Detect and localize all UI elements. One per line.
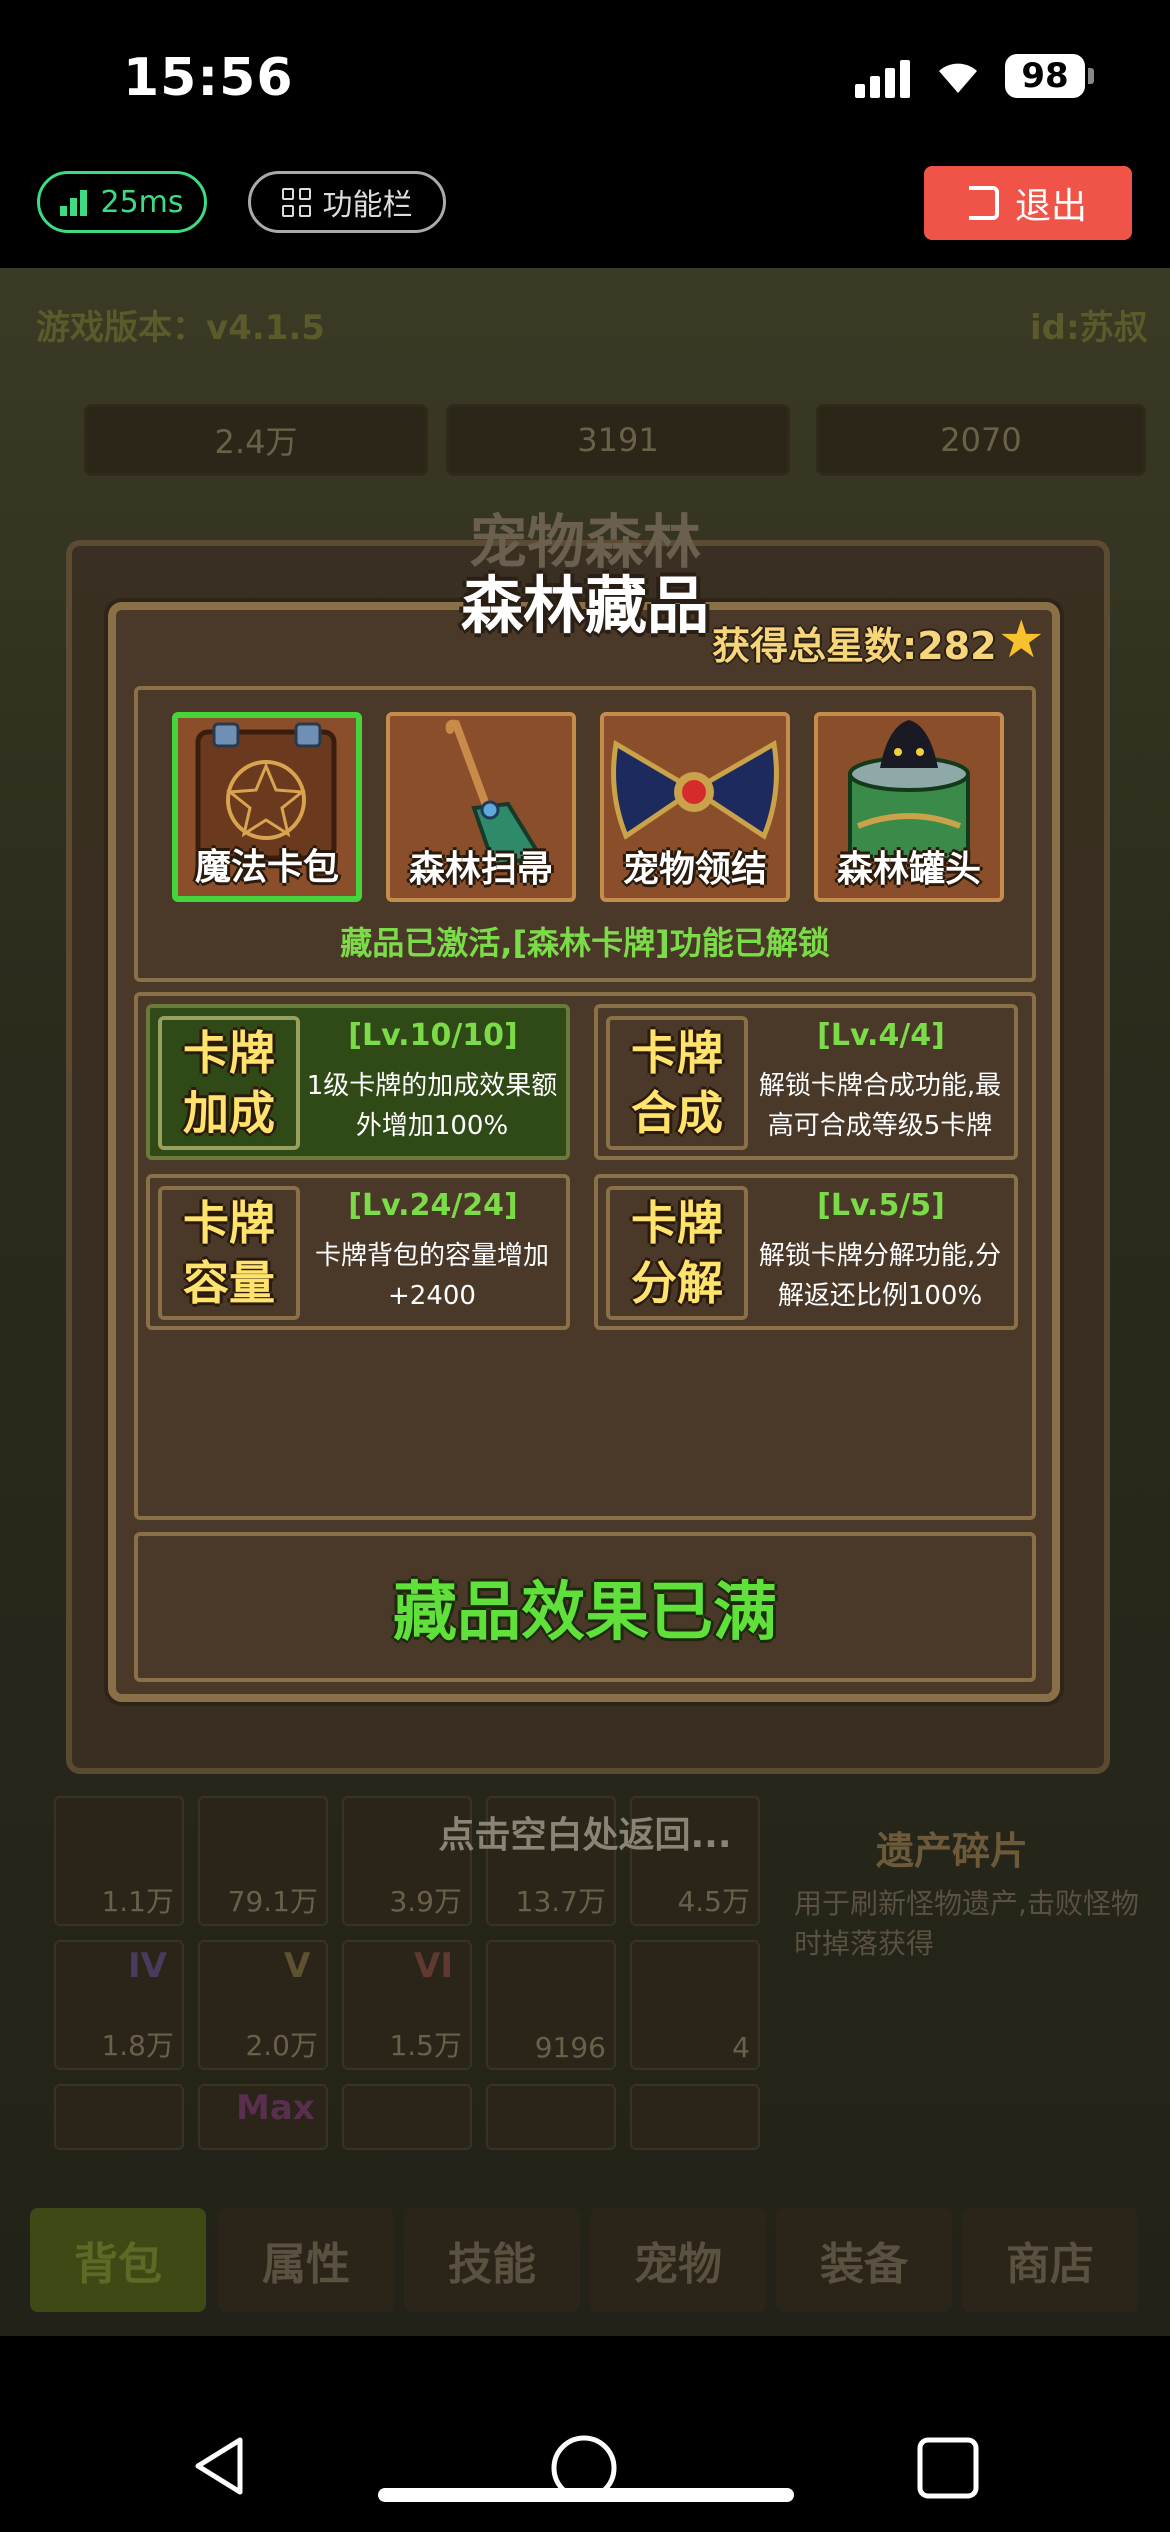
effect-level: [Lv.5/5] — [817, 1188, 945, 1223]
item-label: 宠物领结 — [622, 849, 767, 890]
battery-tip-icon — [1088, 68, 1094, 84]
grid-icon — [281, 187, 311, 217]
effect-card-capacity: 卡牌 容量 [Lv.24/24] 卡牌背包的容量增加+2400 — [146, 1174, 570, 1330]
item-label: 森林扫帚 — [408, 849, 553, 890]
item-forest-broom[interactable]: 森林扫帚 — [386, 712, 576, 902]
inventory-slot[interactable]: 4 — [630, 1940, 760, 2070]
activation-status: 藏品已激活,[森林卡牌]功能已解锁 — [340, 924, 830, 962]
effect-desc: 解锁卡牌分解功能,分解返还比例100% — [758, 1241, 1002, 1311]
status-time: 15:56 — [123, 48, 294, 108]
inventory-slot[interactable] — [342, 2084, 472, 2150]
game-version: 游戏版本：v4.1.5 — [36, 308, 325, 348]
tier-mark: Max — [236, 2088, 315, 2128]
home-indicator[interactable] — [378, 2488, 794, 2502]
effect-card-synthesis: 卡牌 合成 [Lv.4/4] 解锁卡牌合成功能,最高可合成等级5卡牌 — [594, 1004, 1018, 1160]
player-id: id:苏叔 — [1030, 308, 1148, 348]
item-magic-card-pack[interactable]: 魔法卡包 — [172, 712, 362, 902]
inventory-slot[interactable] — [486, 2084, 616, 2150]
effect-title: 卡牌 分解 — [606, 1186, 748, 1320]
effects-maxed-button[interactable]: 藏品效果已满 — [134, 1532, 1036, 1682]
tab-equipment[interactable]: 装备 — [776, 2208, 952, 2312]
tab-attributes[interactable]: 属性 — [218, 2208, 394, 2312]
resource-crystal: 3191 — [446, 404, 790, 476]
tab-backpack[interactable]: 背包 — [30, 2208, 206, 2312]
total-stars: 获得总星数:282 — [712, 624, 997, 668]
ping-label: 25ms — [100, 184, 184, 220]
inventory-slot[interactable] — [630, 2084, 760, 2150]
effect-title: 卡牌 容量 — [158, 1186, 300, 1320]
tab-pets[interactable]: 宠物 — [590, 2208, 766, 2312]
cellular-signal-icon — [855, 58, 913, 98]
tab-shop[interactable]: 商店 — [962, 2208, 1138, 2312]
wifi-icon — [935, 52, 981, 106]
star-icon: ★ — [998, 610, 1045, 670]
effect-title: 卡牌 合成 — [606, 1016, 748, 1150]
tier-mark: IV — [128, 1946, 167, 1986]
resource-gold: 2.4万 — [84, 404, 428, 476]
back-icon[interactable] — [188, 2434, 252, 2502]
effect-card-bonus: 卡牌 加成 [Lv.10/10] 1级卡牌的加成效果额外增加100% — [146, 1004, 570, 1160]
tier-mark: V — [284, 1946, 311, 1986]
recents-icon[interactable] — [916, 2436, 980, 2504]
effect-card-decompose: 卡牌 分解 [Lv.5/5] 解锁卡牌分解功能,分解返还比例100% — [594, 1174, 1018, 1330]
tab-skills[interactable]: 技能 — [404, 2208, 580, 2312]
item-label: 魔法卡包 — [194, 847, 339, 888]
inventory-slot[interactable]: 9196 — [486, 1940, 616, 2070]
function-bar-button[interactable]: 功能栏 — [248, 171, 446, 233]
battery-indicator: 98 — [1005, 54, 1085, 98]
item-label: 森林罐头 — [836, 849, 981, 890]
effect-level: [Lv.24/24] — [348, 1188, 518, 1223]
inventory-slot[interactable] — [54, 2084, 184, 2150]
ping-button[interactable]: 25ms — [37, 171, 207, 233]
signal-bars-icon — [60, 188, 90, 216]
effect-desc: 1级卡牌的加成效果额外增加100% — [306, 1071, 558, 1141]
exit-button[interactable]: 退出 — [924, 166, 1132, 240]
effect-desc: 卡牌背包的容量增加+2400 — [314, 1241, 549, 1311]
tap-to-return-hint[interactable]: 点击空白处返回... — [0, 1806, 1170, 1858]
exit-icon — [968, 186, 999, 220]
effect-title: 卡牌 加成 — [158, 1016, 300, 1150]
effect-level: [Lv.10/10] — [348, 1018, 518, 1053]
item-forest-can[interactable]: 森林罐头 — [814, 712, 1004, 902]
tier-mark: VI — [414, 1946, 453, 1986]
resource-scroll: 2070 — [816, 404, 1146, 476]
item-pet-bow-tie[interactable]: 宠物领结 — [600, 712, 790, 902]
effect-desc: 解锁卡牌合成功能,最高可合成等级5卡牌 — [758, 1071, 1002, 1141]
exit-label: 退出 — [1014, 186, 1087, 227]
relic-desc: 用于刷新怪物遗产,击败怪物时掉落获得 — [794, 1887, 1139, 1960]
function-bar-label: 功能栏 — [322, 188, 413, 223]
effect-level: [Lv.4/4] — [817, 1018, 945, 1053]
